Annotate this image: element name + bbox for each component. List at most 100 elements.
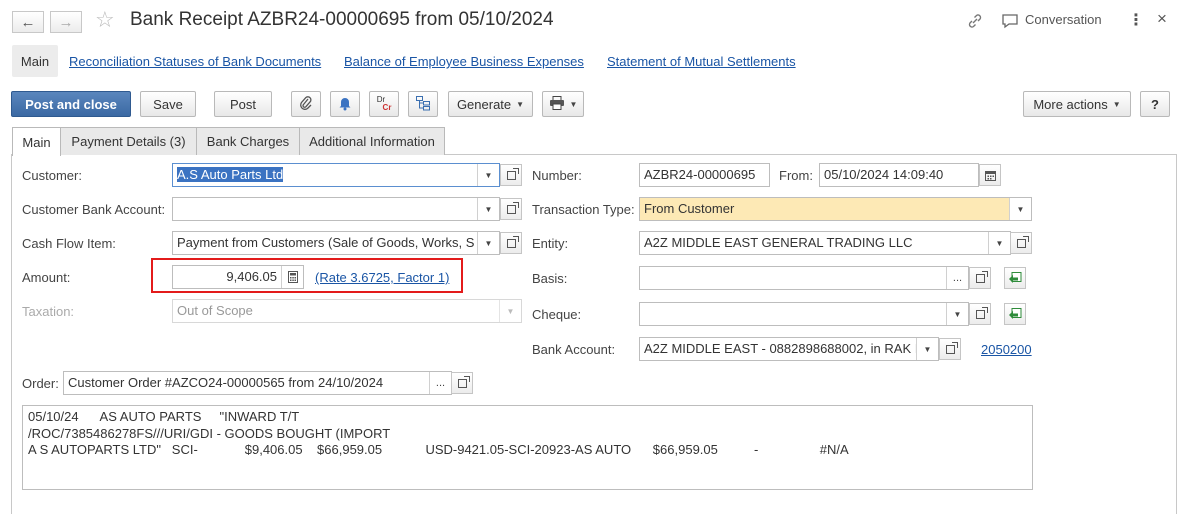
- basis-fill-button[interactable]: [1004, 267, 1026, 289]
- dr-cr-button[interactable]: Dr Cr: [369, 91, 399, 117]
- bank-account-gl-link[interactable]: 2050200: [981, 342, 1032, 357]
- printer-icon: [549, 95, 565, 113]
- print-button[interactable]: ▼: [542, 91, 584, 117]
- customer-bank-account-label: Customer Bank Account:: [22, 202, 166, 217]
- chevron-down-icon[interactable]: ▼: [916, 338, 938, 360]
- taxation-label: Taxation:: [22, 304, 75, 319]
- from-label: From:: [779, 168, 813, 183]
- conversation-icon[interactable]: [1001, 12, 1019, 33]
- structure-button[interactable]: [408, 91, 438, 117]
- taxation-value: Out of Scope: [177, 303, 253, 318]
- entity-field[interactable]: A2Z MIDDLE EAST GENERAL TRADING LLC ▼: [639, 231, 1011, 255]
- reminder-button[interactable]: [330, 91, 360, 117]
- chevron-down-icon[interactable]: ▼: [477, 164, 499, 186]
- customer-value: A.S Auto Parts Ltd: [177, 167, 284, 182]
- customer-bank-account-field[interactable]: ▼: [172, 197, 500, 221]
- bank-account-open-button[interactable]: [939, 338, 961, 360]
- calendar-button[interactable]: [979, 164, 1001, 186]
- generate-label: Generate: [456, 96, 512, 112]
- tab-payment-details[interactable]: Payment Details (3): [60, 127, 197, 155]
- chevron-down-icon[interactable]: ▼: [477, 198, 499, 220]
- cash-flow-item-value: Payment from Customers (Sale of Goods, W…: [177, 235, 475, 250]
- cheque-label: Cheque:: [532, 307, 582, 322]
- taxation-field: Out of Scope ▼: [172, 299, 522, 323]
- open-icon: [975, 270, 988, 283]
- open-icon: [975, 306, 988, 319]
- chevron-down-icon[interactable]: ▼: [946, 303, 968, 325]
- customer-open-button[interactable]: [500, 164, 522, 186]
- order-value: Customer Order #AZCO24-00000565 from 24/…: [68, 375, 384, 390]
- generate-button[interactable]: Generate ▼: [448, 91, 533, 117]
- open-icon: [945, 341, 958, 354]
- chevron-down-icon: ▼: [1112, 99, 1121, 109]
- chevron-down-icon[interactable]: ▼: [477, 232, 499, 254]
- open-icon: [506, 235, 519, 248]
- entity-value: A2Z MIDDLE EAST GENERAL TRADING LLC: [644, 235, 913, 250]
- chevron-down-icon[interactable]: ▼: [1009, 198, 1031, 220]
- chevron-down-icon: ▼: [516, 99, 525, 109]
- save-button[interactable]: Save: [140, 91, 196, 117]
- conversation-button[interactable]: Conversation: [1025, 12, 1102, 27]
- bank-account-field[interactable]: A2Z MIDDLE EAST - 0882898688002, in RAK …: [639, 337, 939, 361]
- entity-open-button[interactable]: [1010, 232, 1032, 254]
- post-button[interactable]: Post: [214, 91, 272, 117]
- fill-from-base-icon: [1009, 272, 1022, 283]
- fill-from-base-icon: [1009, 308, 1022, 319]
- chevron-down-icon[interactable]: ▼: [988, 232, 1010, 254]
- number-field[interactable]: AZBR24-00000695: [639, 163, 770, 187]
- customer-field[interactable]: A.S Auto Parts Ltd ▼: [172, 163, 500, 187]
- link-icon[interactable]: [966, 12, 984, 33]
- paperclip-icon: [299, 95, 313, 114]
- tab-additional-information[interactable]: Additional Information: [299, 127, 445, 155]
- bank-account-label: Bank Account:: [532, 342, 616, 357]
- open-icon: [506, 201, 519, 214]
- basis-open-button[interactable]: [969, 267, 991, 289]
- nav-main[interactable]: Main: [12, 45, 58, 77]
- forward-button[interactable]: →: [50, 11, 82, 33]
- help-button[interactable]: ?: [1140, 91, 1170, 117]
- customer-label: Customer:: [22, 168, 82, 183]
- order-open-button[interactable]: [451, 372, 473, 394]
- amount-label: Amount:: [22, 270, 71, 285]
- cash-flow-item-field[interactable]: Payment from Customers (Sale of Goods, W…: [172, 231, 500, 255]
- basis-field[interactable]: ...: [639, 266, 969, 290]
- date-field[interactable]: 05/10/2024 14:09:40: [819, 163, 979, 187]
- payment-purpose-textarea[interactable]: 05/10/24 AS AUTO PARTS "INWARD T/T /ROC/…: [22, 405, 1033, 490]
- hierarchy-icon: [415, 95, 431, 114]
- back-button[interactable]: ←: [12, 11, 44, 33]
- number-value: AZBR24-00000695: [644, 167, 756, 182]
- transaction-type-field[interactable]: From Customer ▼: [639, 197, 1032, 221]
- cheque-fill-button[interactable]: [1004, 303, 1026, 325]
- chevron-down-icon: ▼: [569, 99, 578, 109]
- order-select-button[interactable]: ...: [429, 372, 451, 394]
- more-menu-icon[interactable]: ⋮: [1128, 10, 1144, 30]
- bell-icon: [338, 95, 352, 114]
- tab-bank-charges[interactable]: Bank Charges: [196, 127, 300, 155]
- number-label: Number:: [532, 168, 582, 183]
- more-actions-button[interactable]: More actions ▼: [1023, 91, 1131, 117]
- open-icon: [457, 375, 470, 388]
- date-value: 05/10/2024 14:09:40: [824, 167, 944, 182]
- tab-main[interactable]: Main: [12, 127, 61, 156]
- customer-bank-account-open-button[interactable]: [500, 198, 522, 220]
- highlight-annotation-box: [151, 258, 463, 293]
- bank-account-value: A2Z MIDDLE EAST - 0882898688002, in RAK …: [644, 341, 919, 356]
- cheque-field[interactable]: ▼: [639, 302, 969, 326]
- nav-link-reconciliation[interactable]: Reconciliation Statuses of Bank Document…: [69, 54, 321, 69]
- transaction-type-label: Transaction Type:: [532, 202, 635, 217]
- nav-link-employee-expenses[interactable]: Balance of Employee Business Expenses: [344, 54, 584, 69]
- basis-select-button[interactable]: ...: [946, 267, 968, 289]
- post-and-close-button[interactable]: Post and close: [11, 91, 131, 117]
- cr-label: Cr: [382, 103, 392, 112]
- favorite-star-icon[interactable]: ☆: [95, 7, 115, 33]
- transaction-type-value: From Customer: [644, 201, 735, 216]
- cash-flow-item-open-button[interactable]: [500, 232, 522, 254]
- order-field[interactable]: Customer Order #AZCO24-00000565 from 24/…: [63, 371, 452, 395]
- basis-label: Basis:: [532, 271, 568, 286]
- order-label: Order:: [22, 376, 59, 391]
- calendar-icon: [984, 170, 996, 181]
- nav-link-mutual-settlements[interactable]: Statement of Mutual Settlements: [607, 54, 796, 69]
- cheque-open-button[interactable]: [969, 303, 991, 325]
- attach-button[interactable]: [291, 91, 321, 117]
- close-icon[interactable]: ×: [1157, 9, 1167, 29]
